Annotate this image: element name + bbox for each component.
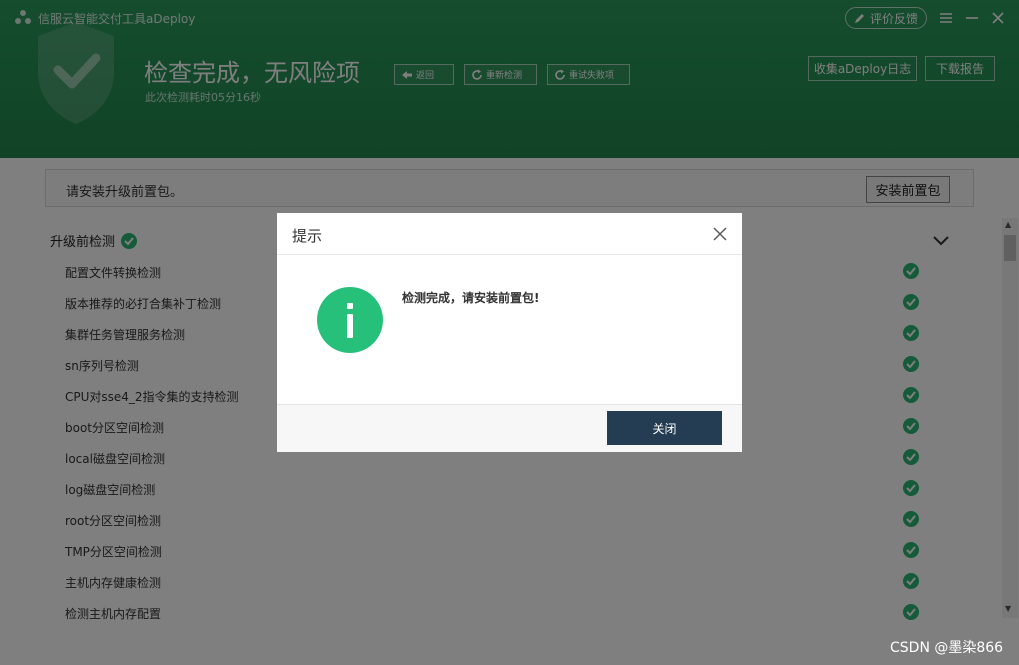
dialog-message: 检测完成，请安装前置包! <box>402 291 540 305</box>
watermark: CSDN @墨染866 <box>890 640 1004 656</box>
dialog-header: 提示 <box>277 213 742 255</box>
dialog-title: 提示 <box>292 227 323 245</box>
close-icon[interactable] <box>713 227 727 241</box>
close-button[interactable]: 关闭 <box>607 411 722 445</box>
dialog-footer: 关闭 <box>277 404 742 452</box>
prompt-dialog: 提示 检测完成，请安装前置包! 关闭 <box>277 213 742 452</box>
info-icon <box>317 287 383 353</box>
